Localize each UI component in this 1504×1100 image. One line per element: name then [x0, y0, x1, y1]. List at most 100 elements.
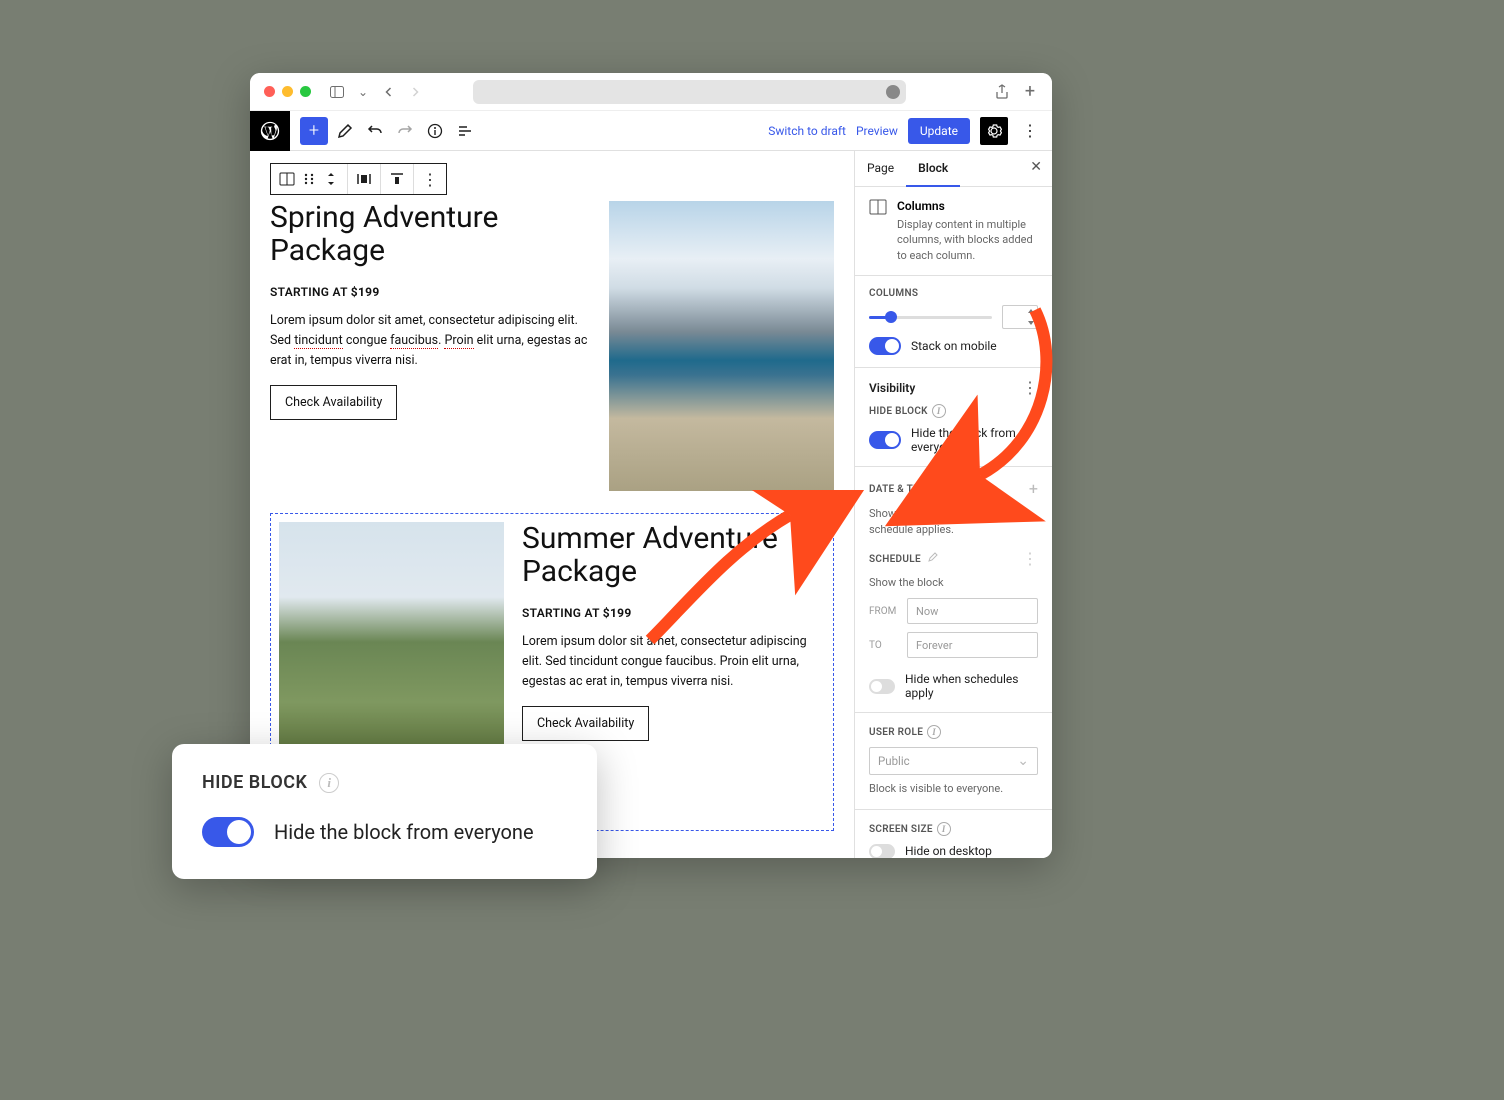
forward-icon[interactable]: [405, 83, 425, 101]
screen-size-label: SCREEN SIZEi: [869, 822, 1038, 836]
package-1-cta-button[interactable]: Check Availability: [270, 385, 397, 420]
traffic-lights: [264, 86, 311, 97]
move-up-down-icon[interactable]: [323, 171, 339, 187]
close-window-icon[interactable]: [264, 86, 275, 97]
package-2-cta-button[interactable]: Check Availability: [522, 706, 649, 741]
minimize-window-icon[interactable]: [282, 86, 293, 97]
back-icon[interactable]: [379, 83, 399, 101]
callout-toggle[interactable]: [202, 817, 254, 847]
to-label: TO: [869, 640, 899, 651]
package-1-starting-at: STARTING AT $199: [270, 285, 591, 299]
columns-block-icon[interactable]: [279, 171, 295, 187]
hide-desktop-label: Hide on desktop: [905, 844, 992, 858]
undo-icon[interactable]: [362, 118, 388, 144]
info-icon[interactable]: i: [937, 822, 951, 836]
screen-size-panel: SCREEN SIZEi Hide on desktop: [855, 810, 1052, 858]
visibility-title: Visibility: [869, 381, 915, 395]
info-icon[interactable]: [422, 118, 448, 144]
columns-icon: [869, 199, 887, 218]
date-time-panel: DATE & TIMEi + Show the block if at leas…: [855, 467, 1052, 713]
switch-draft-link[interactable]: Switch to draft: [768, 124, 846, 138]
add-block-button[interactable]: +: [300, 117, 328, 145]
hidden-eye-icon: [809, 520, 827, 542]
share-icon[interactable]: [994, 84, 1010, 100]
redo-icon[interactable]: [392, 118, 418, 144]
info-icon[interactable]: i: [935, 482, 949, 496]
editor-toolbar-left: +: [290, 117, 478, 145]
preview-link[interactable]: Preview: [856, 124, 898, 138]
editor-topbar-right: Switch to draft Preview Update ⋮: [768, 117, 1052, 145]
chevron-down-icon[interactable]: ⌄: [353, 83, 373, 101]
columns-label: COLUMNS: [869, 288, 1038, 299]
info-icon[interactable]: i: [319, 773, 339, 793]
callout-popup: HIDE BLOCK i Hide the block from everyon…: [172, 744, 597, 879]
url-bar[interactable]: [473, 80, 906, 104]
update-button[interactable]: Update: [908, 118, 970, 144]
edit-mode-icon[interactable]: [332, 118, 358, 144]
hide-desktop-toggle[interactable]: [869, 844, 895, 858]
package-1-body: Lorem ipsum dolor sit amet, consectetur …: [270, 311, 591, 371]
visibility-panel: Visibility ⋮ HIDE BLOCKi Hide the block …: [855, 368, 1052, 467]
align-icon[interactable]: [356, 171, 372, 187]
columns-panel: COLUMNS Stack on mobile: [855, 276, 1052, 368]
schedule-more-icon[interactable]: ⋮: [1022, 551, 1038, 567]
to-input[interactable]: Forever: [907, 632, 1038, 658]
package-row-1: Spring Adventure Package STARTING AT $19…: [270, 201, 834, 491]
editor-topbar: + Switch to draft Preview Update: [250, 111, 1052, 151]
schedule-label: SCHEDULE: [869, 552, 938, 565]
stack-mobile-toggle[interactable]: [869, 337, 901, 355]
vertical-align-icon[interactable]: [389, 171, 405, 187]
user-role-desc: Block is visible to everyone.: [869, 781, 1038, 796]
close-sidebar-icon[interactable]: ✕: [1020, 151, 1052, 186]
callout-text: Hide the block from everyone: [274, 820, 534, 844]
stack-mobile-label: Stack on mobile: [911, 339, 997, 353]
package-1-text: Spring Adventure Package STARTING AT $19…: [270, 201, 591, 491]
package-1-image: [609, 201, 834, 491]
user-role-panel: USER ROLEi Public Block is visible to ev…: [855, 713, 1052, 809]
block-more-icon[interactable]: ⋮: [422, 171, 438, 187]
sidebar-tabs: Page Block ✕: [855, 151, 1052, 187]
browser-nav: ⌄: [327, 83, 425, 101]
hide-schedules-toggle[interactable]: [869, 679, 895, 694]
from-label: FROM: [869, 606, 899, 617]
package-2-title: Summer Adventure Package: [522, 522, 825, 588]
new-tab-icon[interactable]: +: [1022, 84, 1038, 100]
hide-block-label: HIDE BLOCKi: [869, 404, 1038, 418]
maximize-window-icon[interactable]: [300, 86, 311, 97]
tab-page[interactable]: Page: [855, 151, 906, 186]
date-time-label: DATE & TIMEi: [869, 482, 949, 496]
user-role-select[interactable]: Public: [869, 747, 1038, 775]
outline-icon[interactable]: [452, 118, 478, 144]
more-options-icon[interactable]: ⋮: [1018, 121, 1042, 140]
editor-sidebar: Page Block ✕ Columns Display content in …: [854, 151, 1052, 858]
from-input[interactable]: Now: [907, 598, 1038, 624]
block-toolbar: ⋮: [270, 163, 447, 195]
date-time-desc: Show the block if at least one schedule …: [869, 506, 1038, 537]
package-2-starting-at: STARTING AT $199: [522, 606, 825, 620]
sidebar-toggle-icon[interactable]: [327, 83, 347, 101]
visibility-more-icon[interactable]: ⋮: [1022, 380, 1038, 396]
hide-block-toggle-label: Hide the block from everyone: [911, 426, 1038, 454]
browser-chrome: ⌄ +: [250, 73, 1052, 111]
add-schedule-icon[interactable]: +: [1029, 479, 1038, 498]
block-info-panel: Columns Display content in multiple colu…: [855, 187, 1052, 276]
hide-block-toggle[interactable]: [869, 431, 901, 449]
columns-number-input[interactable]: [1002, 305, 1038, 329]
callout-title: HIDE BLOCK i: [202, 772, 567, 793]
info-icon[interactable]: i: [932, 404, 946, 418]
wordpress-logo-icon[interactable]: [250, 111, 290, 151]
browser-window: ⌄ + +: [250, 73, 1052, 858]
columns-slider[interactable]: [869, 316, 992, 319]
tab-block[interactable]: Block: [906, 151, 960, 187]
hide-schedules-label: Hide when schedules apply: [905, 672, 1038, 700]
edit-schedule-icon[interactable]: [928, 554, 938, 565]
package-2-body: Lorem ipsum dolor sit amet, consectetur …: [522, 632, 825, 692]
settings-gear-button[interactable]: [980, 117, 1008, 145]
block-description: Display content in multiple columns, wit…: [897, 217, 1038, 263]
schedule-desc: Show the block: [869, 575, 1038, 590]
drag-handle-icon[interactable]: [301, 171, 317, 187]
info-icon[interactable]: i: [927, 725, 941, 739]
user-role-label: USER ROLEi: [869, 725, 1038, 739]
package-1-title: Spring Adventure Package: [270, 201, 591, 267]
block-name: Columns: [897, 199, 1038, 213]
